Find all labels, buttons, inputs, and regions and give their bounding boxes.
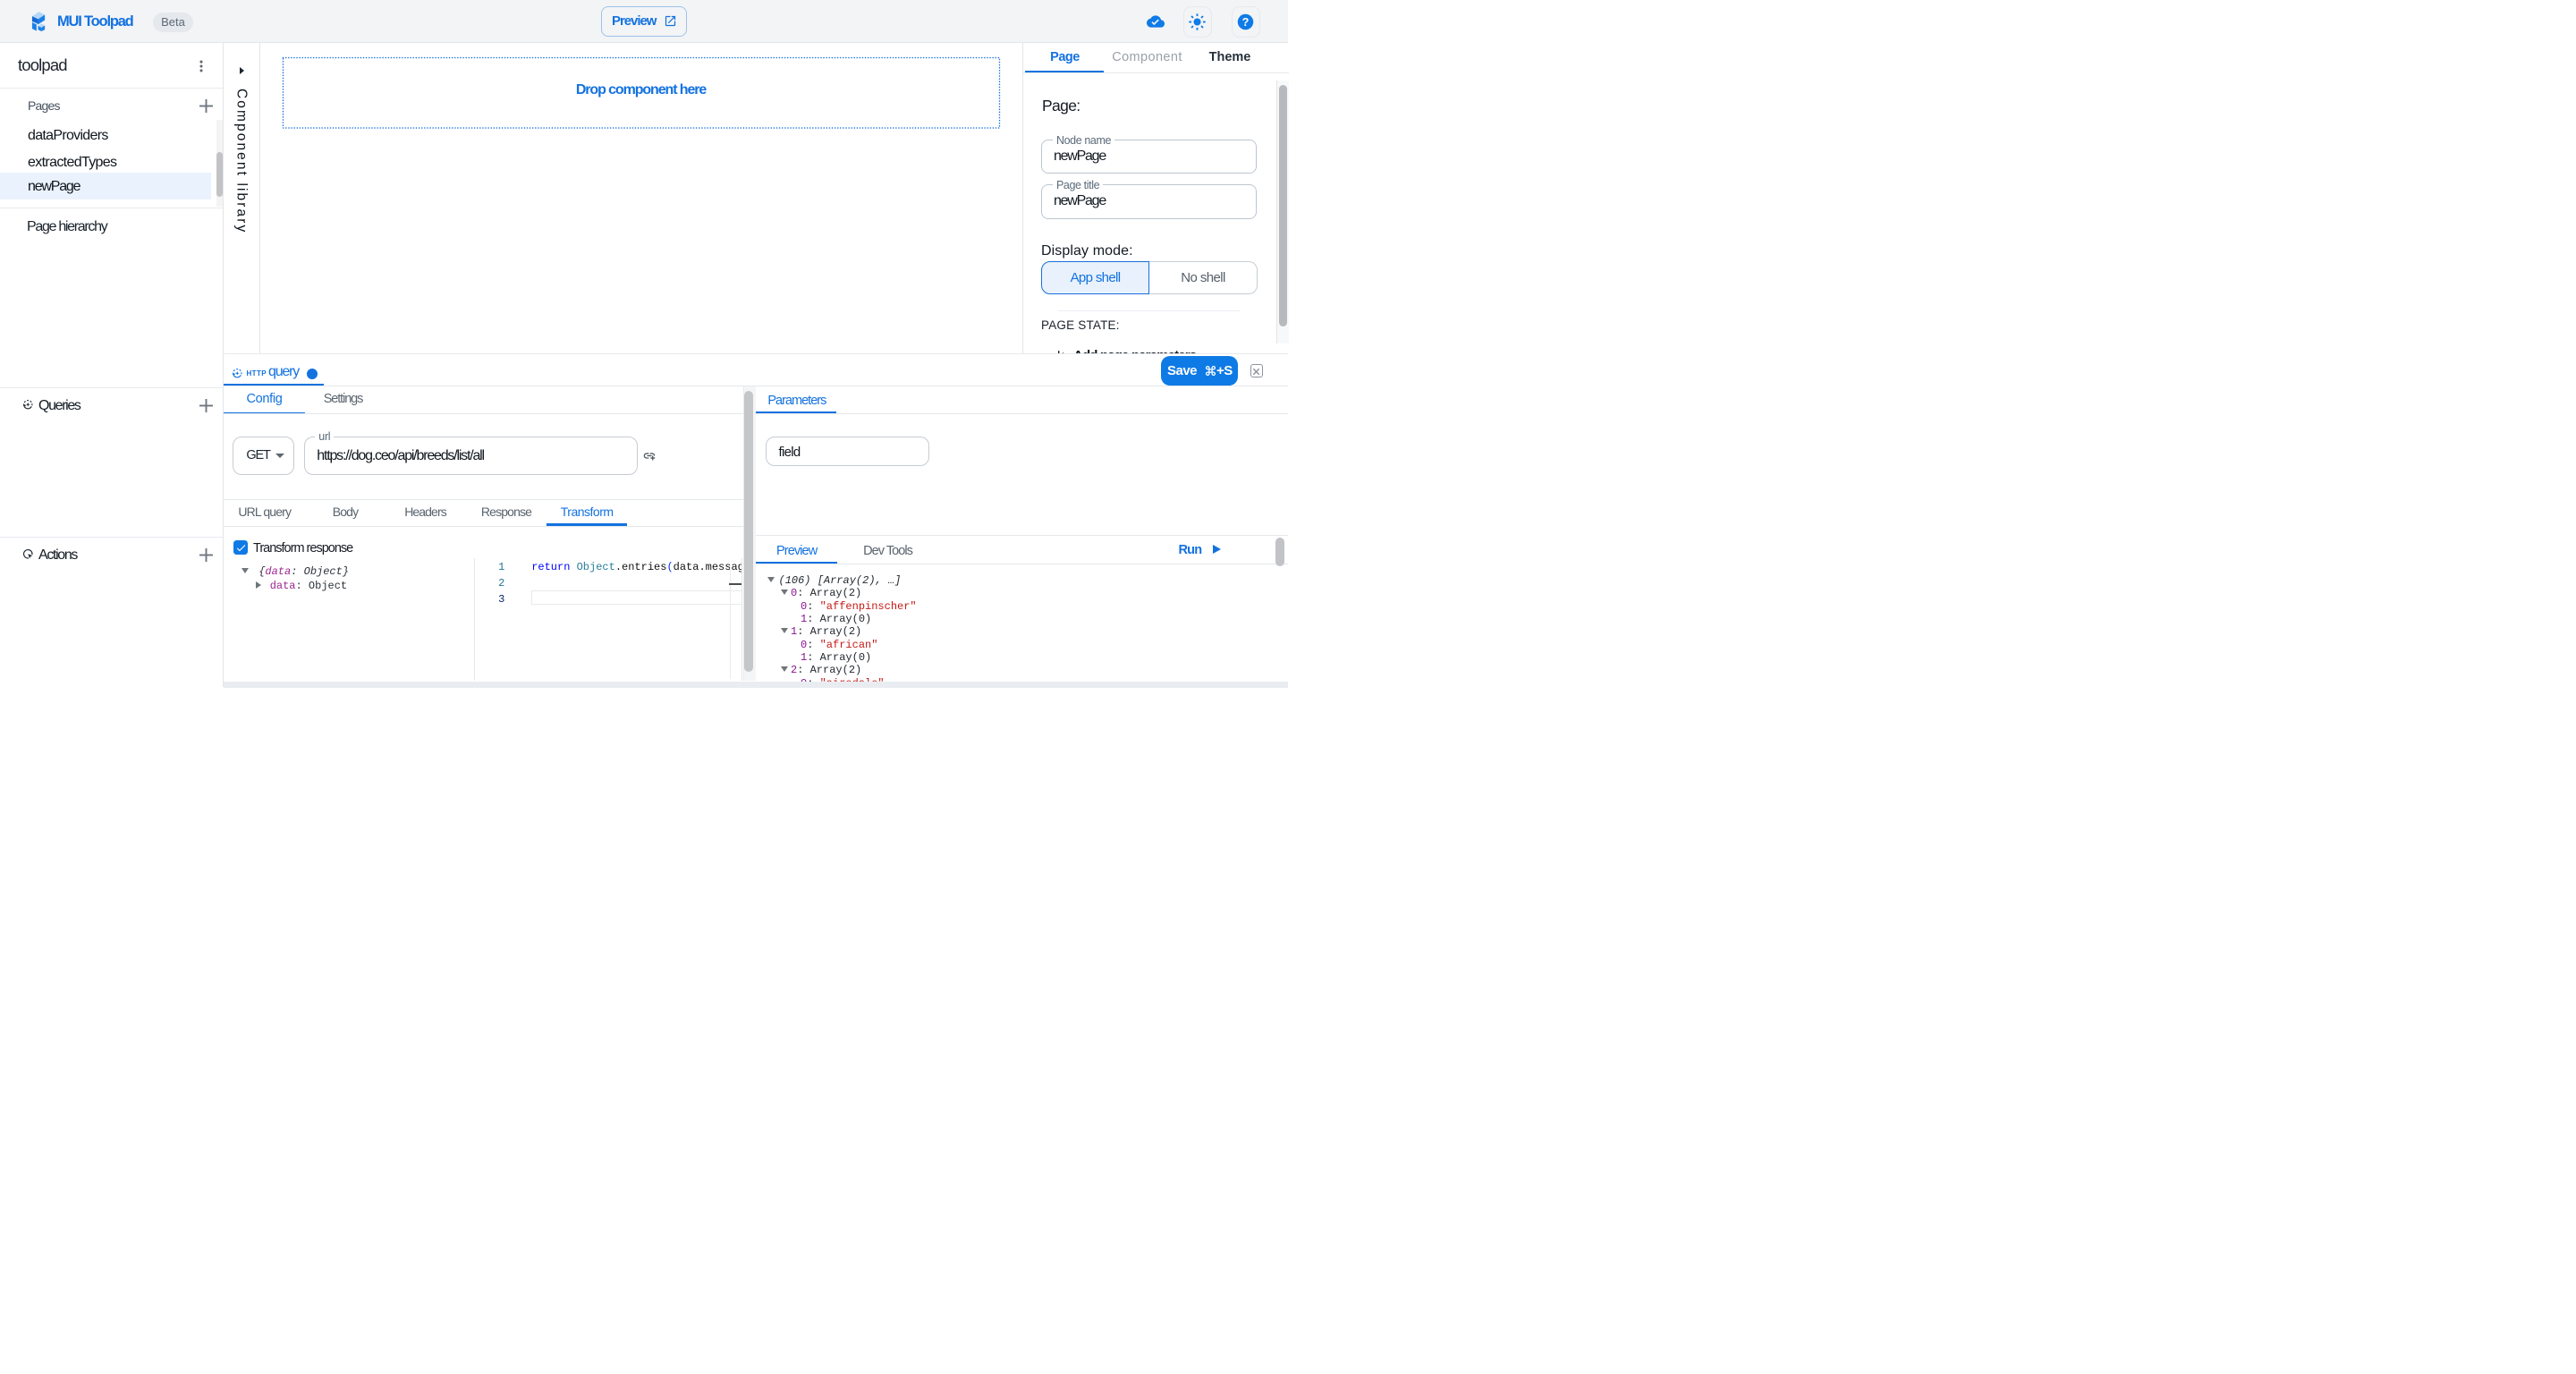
svg-text:?: ? [1242,16,1250,29]
